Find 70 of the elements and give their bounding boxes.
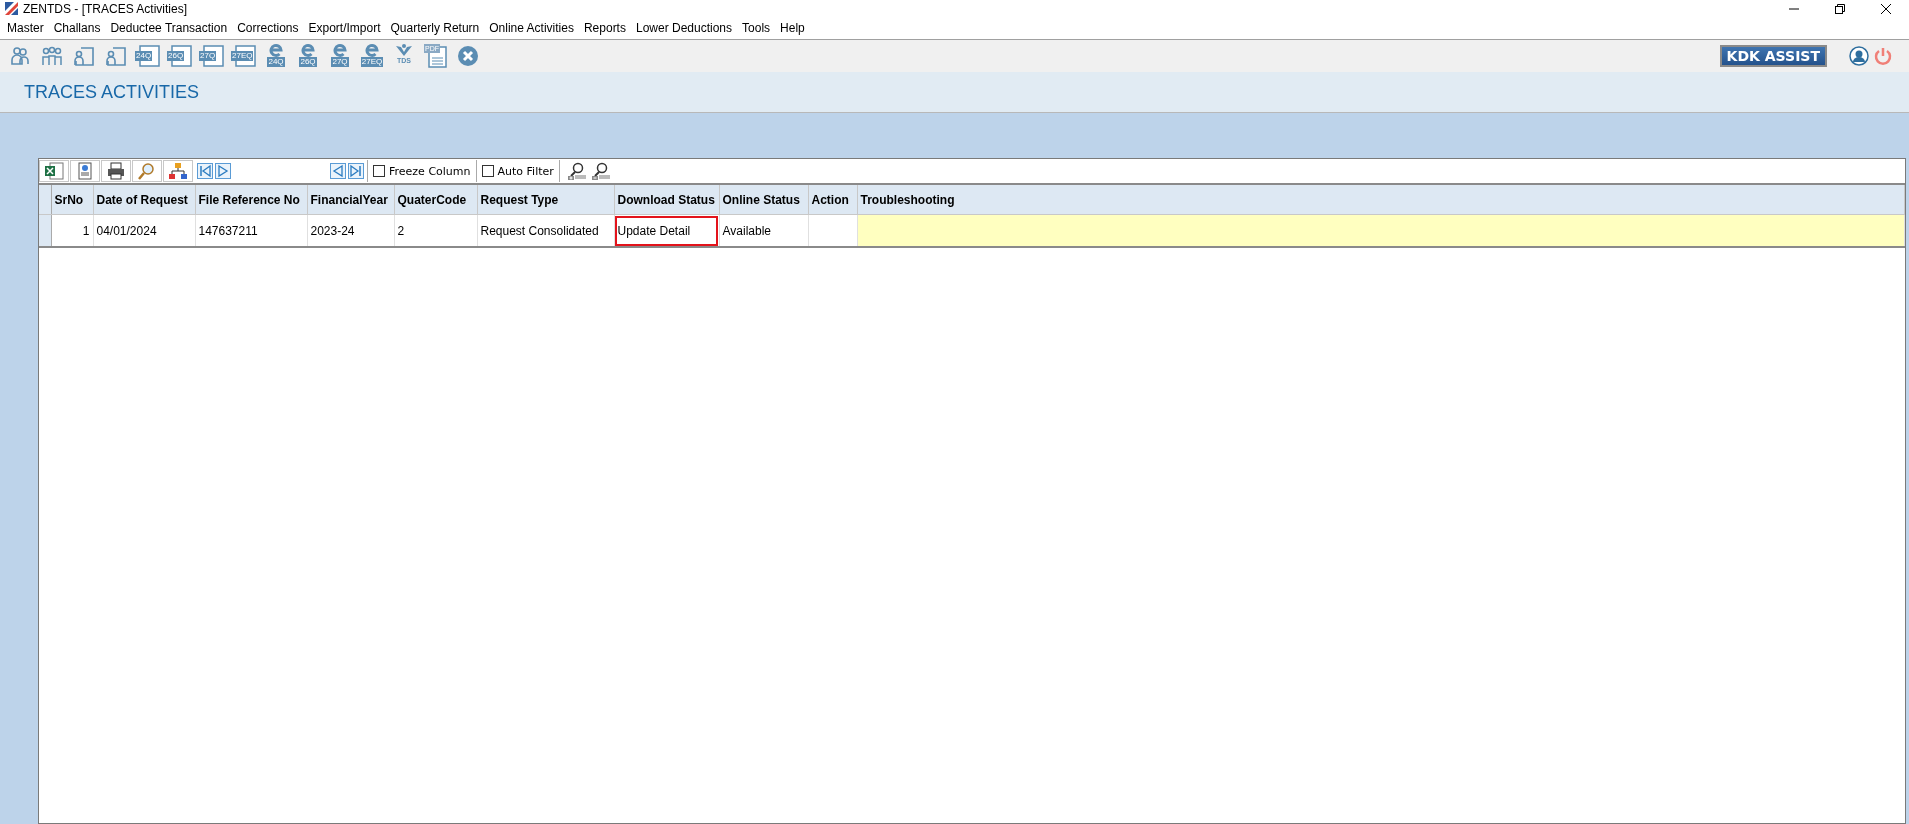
row-header[interactable]: [39, 214, 51, 247]
last-record-icon: [348, 163, 364, 179]
first-button[interactable]: [197, 163, 213, 179]
last-button[interactable]: [348, 163, 364, 179]
user-document-icon: [73, 45, 95, 67]
column-header[interactable]: Request Type: [477, 185, 614, 215]
power-icon: [1873, 46, 1893, 66]
grid-tool-button[interactable]: [70, 160, 100, 182]
column-header[interactable]: SrNo: [51, 185, 93, 215]
table-cell: 2: [394, 214, 477, 247]
table-cell: 1: [51, 214, 93, 247]
table-cell: 2023-24: [307, 214, 394, 247]
column-header[interactable]: QuaterCode: [394, 185, 477, 215]
menu-item[interactable]: Deductee Transaction: [105, 21, 233, 35]
window-title: ZENTDS - [TRACES Activities]: [23, 1, 188, 16]
table-cell: Update Detail: [614, 214, 719, 247]
document-icon: [76, 162, 94, 180]
menu-item[interactable]: Quarterly Return: [385, 21, 485, 35]
checkbox-label: Auto Filter: [497, 164, 554, 178]
zoom-in-button[interactable]: [567, 162, 586, 180]
restore-icon: [1835, 3, 1845, 14]
menu-item[interactable]: Lower Deductions: [630, 21, 738, 35]
row-header-corner: [39, 185, 51, 215]
column-header[interactable]: Troubleshooting: [857, 185, 1905, 215]
close-circle-icon: [457, 45, 479, 67]
zoom-in-icon: [567, 162, 586, 180]
app-logo-icon: [5, 2, 18, 15]
people-group-icon: [41, 45, 63, 67]
grid-tool-button[interactable]: [39, 160, 69, 182]
table-cell: Request Consolidated: [477, 214, 614, 247]
next-button[interactable]: [215, 163, 231, 179]
menu-item[interactable]: Reports: [578, 21, 631, 35]
menu-item[interactable]: Corrections: [232, 21, 304, 35]
close-icon: [1881, 3, 1891, 14]
assist-button[interactable]: KDK ASSIST: [1719, 45, 1827, 67]
table-cell: 147637211: [195, 214, 307, 247]
user-document-icon: [105, 45, 127, 67]
menu-item[interactable]: Challans: [48, 21, 106, 35]
column-header[interactable]: File Reference No: [195, 185, 307, 215]
menu-item[interactable]: Export/Import: [303, 21, 386, 35]
search-icon: [138, 162, 156, 180]
column-header[interactable]: FinancialYear: [307, 185, 394, 215]
zoom-out-button[interactable]: [591, 162, 610, 180]
printer-icon: [107, 162, 125, 180]
column-header[interactable]: Date of Request: [93, 185, 195, 215]
column-header[interactable]: Download Status: [614, 185, 719, 215]
column-header[interactable]: Online Status: [719, 185, 808, 215]
grid-tool-button[interactable]: [163, 160, 193, 182]
page-title: TRACES ACTIVITIES: [24, 81, 200, 103]
menu-item[interactable]: Online Activities: [484, 21, 579, 35]
table-cell: 04/01/2024: [93, 214, 195, 247]
checkbox[interactable]: [373, 165, 385, 177]
table-cell: Available: [719, 214, 808, 247]
checkbox[interactable]: [481, 165, 494, 177]
previous-record-icon: [330, 163, 346, 179]
hierarchy-icon: [169, 162, 187, 180]
column-header[interactable]: Action: [808, 185, 857, 215]
people-icon: [9, 45, 31, 67]
menu-item[interactable]: Master: [2, 21, 49, 35]
spreadsheet-icon: [44, 162, 64, 180]
checkbox-label: Freeze Column: [389, 164, 471, 178]
menu-item[interactable]: Tools: [737, 21, 776, 35]
menu-item[interactable]: Help: [775, 21, 810, 35]
next-record-icon: [215, 163, 231, 179]
user-avatar-icon: [1849, 46, 1869, 66]
user-button[interactable]: [1847, 46, 1871, 66]
previous-button[interactable]: [330, 163, 346, 179]
grid-tool-button[interactable]: [101, 160, 131, 182]
zoom-out-icon: [591, 162, 610, 180]
first-record-icon: [197, 163, 213, 179]
